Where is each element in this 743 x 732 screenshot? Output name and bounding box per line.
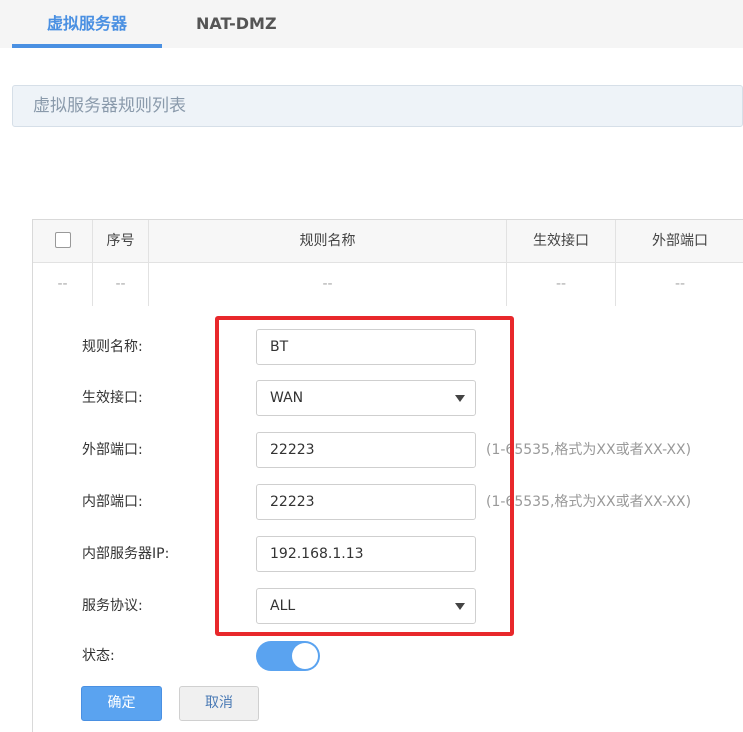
dropdown-caret-icon xyxy=(455,603,465,610)
external-port-input[interactable]: 22223 xyxy=(256,432,476,468)
dropdown-caret-icon xyxy=(455,395,465,402)
table-row: -- -- -- -- -- xyxy=(33,263,743,306)
select-all-checkbox[interactable] xyxy=(54,231,71,248)
header-external-port: 外部端口 xyxy=(652,233,708,249)
header-rule-name: 规则名称 xyxy=(149,220,507,263)
protocol-value: ALL xyxy=(270,598,296,614)
status-toggle[interactable] xyxy=(256,641,320,671)
interface-select[interactable]: WAN xyxy=(256,380,476,416)
rule-name-input[interactable]: BT xyxy=(256,329,476,365)
active-tab-indicator xyxy=(12,44,162,48)
status-label: 状态: xyxy=(82,648,115,664)
tab-bar: 虚拟服务器 NAT-DMZ xyxy=(0,0,743,48)
external-port-label: 外部端口: xyxy=(82,442,143,458)
protocol-select[interactable]: ALL xyxy=(256,588,476,624)
tab-virtual-server[interactable]: 虚拟服务器 xyxy=(12,0,162,48)
server-ip-label: 内部服务器IP: xyxy=(82,546,170,562)
internal-port-label: 内部端口: xyxy=(82,494,143,510)
header-select-all xyxy=(33,220,93,263)
protocol-label: 服务协议: xyxy=(82,598,143,614)
interface-label: 生效接口: xyxy=(82,390,143,406)
cancel-button[interactable]: 取消 xyxy=(179,686,259,721)
internal-port-input[interactable]: 22223 xyxy=(256,484,476,520)
toggle-knob xyxy=(292,643,318,669)
section-title: 虚拟服务器规则列表 xyxy=(12,85,743,127)
header-interface: 生效接口 xyxy=(507,220,616,263)
row-cell-index: -- xyxy=(93,263,149,306)
rule-name-label: 规则名称: xyxy=(82,339,143,355)
row-cell-interface: -- xyxy=(507,263,616,306)
header-index: 序号 xyxy=(93,220,149,263)
table-header-row: 序号 规则名称 生效接口 外部端口 xyxy=(33,220,743,263)
rules-table: 序号 规则名称 生效接口 外部端口 -- -- -- -- -- xyxy=(32,219,743,306)
row-cell-rule-name: -- xyxy=(149,263,507,306)
server-ip-input[interactable]: 192.168.1.13 xyxy=(256,536,476,572)
interface-value: WAN xyxy=(270,390,304,406)
row-cell-select: -- xyxy=(33,263,93,306)
row-cell-external-port: -- xyxy=(674,276,686,292)
internal-port-hint: (1-65535,格式为XX或者XX-XX) xyxy=(486,494,692,510)
confirm-button[interactable]: 确定 xyxy=(81,686,162,721)
tab-nat-dmz[interactable]: NAT-DMZ xyxy=(196,0,277,48)
external-port-hint: (1-65535,格式为XX或者XX-XX) xyxy=(486,442,692,458)
